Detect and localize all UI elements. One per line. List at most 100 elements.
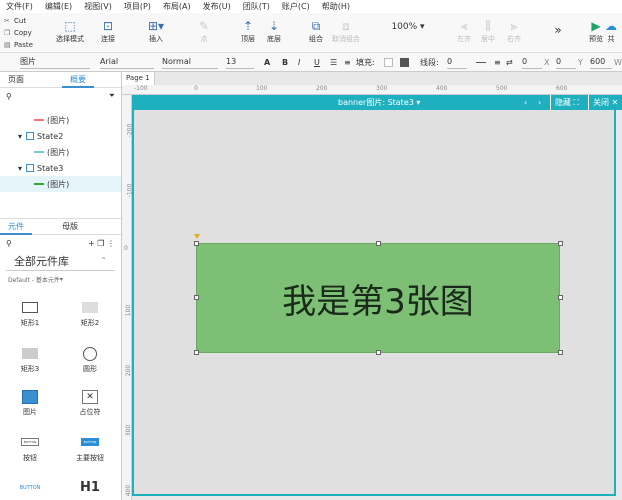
outline-item-selected[interactable]: (图片) xyxy=(0,176,121,192)
menu-account[interactable]: 账户(C) xyxy=(282,1,310,12)
menu-edit[interactable]: 编辑(E) xyxy=(45,1,72,12)
expand-icon: ▾ xyxy=(18,131,23,141)
bottom-layer-button[interactable]: ⇣ 底层 xyxy=(254,18,294,44)
library-select[interactable]: 全部元件库 ⌃ xyxy=(6,251,115,271)
font-family-select[interactable]: Arial xyxy=(100,56,154,69)
menu-help[interactable]: 帮助(H) xyxy=(322,1,350,12)
outline-state-item[interactable]: ▾ State2 xyxy=(0,128,121,144)
widget-primary-button[interactable]: BUTTON 主要按钮 xyxy=(65,438,115,463)
rectangle-icon xyxy=(22,302,38,313)
ruler-label: 0 xyxy=(124,245,128,252)
tab-widgets[interactable]: 元件 xyxy=(0,219,32,235)
menu-file[interactable]: 文件(F) xyxy=(6,1,33,12)
zoom-select[interactable]: 100% ▾ xyxy=(386,22,430,32)
list-icon[interactable]: ☰ xyxy=(330,56,337,69)
resize-handle[interactable] xyxy=(376,350,381,355)
search-icon[interactable]: ⚲ xyxy=(6,239,12,248)
resize-handle[interactable] xyxy=(558,241,563,246)
insert-button[interactable]: ⊞▾ 插入 xyxy=(136,18,176,44)
line-color-swatch[interactable] xyxy=(476,56,486,69)
tab-outline[interactable]: 概要 xyxy=(62,72,94,88)
next-state-icon[interactable]: › xyxy=(538,98,541,107)
resize-handle[interactable] xyxy=(194,295,199,300)
ruler-label: 200 xyxy=(316,85,328,92)
page-tab[interactable]: Page 1 xyxy=(122,72,155,85)
search-icon[interactable]: ⚲ xyxy=(6,92,12,101)
fill-color-swatch[interactable] xyxy=(384,56,393,69)
format-toolbar: 图片 Arial Normal 13 A B I U ☰ ≡ 填充: 线段: 0… xyxy=(0,53,622,72)
y-input[interactable]: 0 xyxy=(556,56,576,69)
underline-icon[interactable]: U xyxy=(314,56,320,69)
element-type-select[interactable]: 图片 xyxy=(20,56,90,69)
widget-h1[interactable]: H1 xyxy=(65,480,115,495)
resize-handle[interactable] xyxy=(558,350,563,355)
select-mode-button[interactable]: ⬚ 选择模式 xyxy=(50,18,90,44)
ungroup-button[interactable]: ⧈ 取消组合 xyxy=(326,18,366,44)
cut-button[interactable]: ✂ Cut xyxy=(4,15,42,27)
more-icon[interactable]: ⋮ xyxy=(107,239,115,248)
pen-icon: ✎ xyxy=(198,19,210,33)
library-panel: 元件 母版 ⚲ + ❐ ⋮ 全部元件库 ⌃ Default - 基本元件 ▾ xyxy=(0,218,121,287)
add-icon[interactable]: + xyxy=(88,239,95,248)
resize-handle[interactable] xyxy=(376,241,381,246)
resize-handle[interactable] xyxy=(558,295,563,300)
menu-view[interactable]: 视图(V) xyxy=(84,1,112,12)
widget-circle[interactable]: 圆形 xyxy=(65,347,115,374)
tab-masters[interactable]: 母版 xyxy=(54,219,86,235)
library-subtitle[interactable]: Default - 基本元件 ▾ xyxy=(0,271,121,287)
panel-state-title[interactable]: banner图片: State3 ▾ xyxy=(338,97,420,108)
outline-search-row: ⚲ ⏷ xyxy=(0,88,121,104)
connect-button[interactable]: ⊡ 连接 xyxy=(88,18,128,44)
text-color-icon[interactable]: A xyxy=(264,56,270,69)
more-button[interactable]: » xyxy=(538,23,578,37)
library-tabs: 元件 母版 xyxy=(0,219,121,235)
widget-button[interactable]: BUTTON 按钮 xyxy=(5,438,55,463)
dynamic-panel-header: banner图片: State3 ▾ ‹ › 隐藏 ⛶ 关闭 ✕ xyxy=(132,95,622,110)
paste-button[interactable]: ▤ Paste xyxy=(4,39,42,51)
point-button[interactable]: ✎ 点 xyxy=(184,18,224,44)
menu-publish[interactable]: 发布(U) xyxy=(203,1,231,12)
close-button[interactable]: 关闭 ✕ xyxy=(588,95,618,110)
paste-icon: ▤ xyxy=(4,41,11,49)
filter-icon[interactable]: ⏷ xyxy=(109,91,115,101)
image-widget[interactable]: 我是第3张图 xyxy=(196,243,560,353)
ruler-label: 100 xyxy=(256,85,268,92)
widget-image[interactable]: 图片 xyxy=(5,390,55,417)
resize-handle[interactable] xyxy=(194,241,199,246)
prev-state-icon[interactable]: ‹ xyxy=(524,98,527,107)
menu-layout[interactable]: 布局(A) xyxy=(163,1,191,12)
outline-item[interactable]: (图片) xyxy=(0,112,121,128)
widget-placeholder[interactable]: ✕ 占位符 xyxy=(65,390,115,417)
widget-rect3[interactable]: 矩形3 xyxy=(5,348,55,374)
bold-icon[interactable]: B xyxy=(282,56,288,69)
hide-button[interactable]: 隐藏 ⛶ xyxy=(550,95,579,110)
font-weight-select[interactable]: Normal xyxy=(162,56,218,69)
circle-icon xyxy=(83,347,97,361)
line-style-icon[interactable]: ≡ xyxy=(494,56,501,69)
x-label: X xyxy=(544,58,550,67)
rotation-handle-icon[interactable] xyxy=(194,234,200,239)
outline-state-item[interactable]: ▾ State3 xyxy=(0,160,121,176)
align-right-button[interactable]: ⫸ 右齐 xyxy=(494,18,534,44)
widget-link-button[interactable]: BUTTON xyxy=(5,485,55,491)
shadow-swatch[interactable] xyxy=(400,56,409,69)
arrow-style-icon[interactable]: ⇄ xyxy=(506,56,513,69)
copy-button[interactable]: ❐ Copy xyxy=(4,27,42,39)
x-input[interactable]: 0 xyxy=(522,56,542,69)
line-width-input[interactable]: 0 xyxy=(447,56,467,69)
share-button[interactable]: ☁ 共 xyxy=(600,18,622,44)
tab-pages[interactable]: 页面 xyxy=(0,72,32,88)
widget-rect1[interactable]: 矩形1 xyxy=(5,302,55,328)
menu-project[interactable]: 项目(P) xyxy=(124,1,151,12)
outline-tabs: 页面 概要 xyxy=(0,72,121,88)
italic-icon[interactable]: I xyxy=(298,56,300,69)
widget-rect2[interactable]: 矩形2 xyxy=(65,302,115,328)
outline-item[interactable]: (图片) xyxy=(0,144,121,160)
width-input[interactable]: 600 xyxy=(590,56,612,69)
ruler-label: 500 xyxy=(496,85,508,92)
font-size-select[interactable]: 13 xyxy=(226,56,254,69)
resize-handle[interactable] xyxy=(194,350,199,355)
text-align-icon[interactable]: ≡ xyxy=(344,56,351,69)
menu-team[interactable]: 团队(T) xyxy=(243,1,270,12)
copy-icon[interactable]: ❐ xyxy=(97,239,104,248)
